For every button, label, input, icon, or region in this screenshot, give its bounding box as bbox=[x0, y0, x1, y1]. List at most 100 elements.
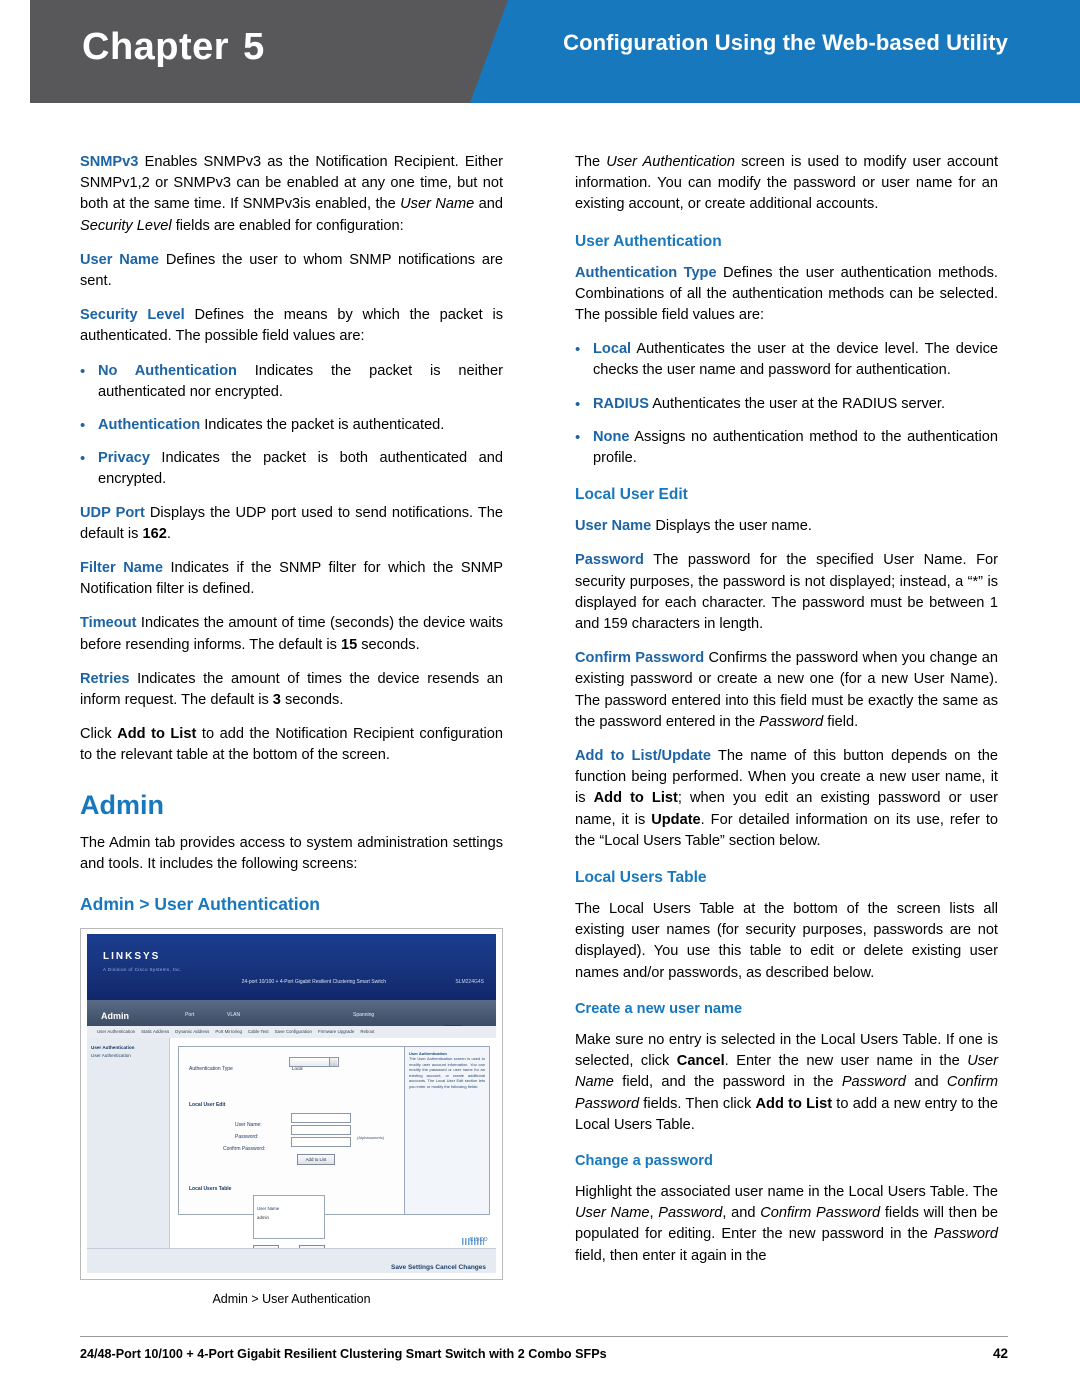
product-name: 24-port 10/100 + 4-Port Gigabit Resilien… bbox=[241, 979, 386, 986]
screenshot-titlebar: LINKSYS A Division of Cisco Systems, Inc… bbox=[87, 934, 496, 1001]
bullet-privacy: • Privacy Indicates the packet is both a… bbox=[80, 448, 503, 490]
screenshot-footer: Save Settings Cancel Changes bbox=[87, 1248, 496, 1274]
term-password: Password bbox=[575, 552, 644, 569]
text-change-2: , bbox=[649, 1205, 659, 1222]
paragraph-username: User Name Defines the user to whom SNMP … bbox=[80, 250, 503, 292]
header-left-margin bbox=[0, 0, 30, 112]
linksys-logo-subtitle: A Division of Cisco Systems, Inc. bbox=[103, 967, 182, 973]
figure-admin-user-authentication: LINKSYS A Division of Cisco Systems, Inc… bbox=[80, 928, 503, 1310]
paragraph-authentication-type: Authentication Type Defines the user aut… bbox=[575, 263, 998, 327]
screenshot-body: User Authentication User Authentication … bbox=[87, 1038, 496, 1257]
term-confirm-password: Confirm Password bbox=[575, 650, 705, 667]
heading-create-new-user-name: Create a new user name bbox=[575, 1000, 743, 1017]
ital-confirm-password-3: Confirm Password bbox=[760, 1205, 881, 1222]
figure-caption: Admin > User Authentication bbox=[212, 1292, 371, 1307]
text-create-2: . Enter the new user name in the bbox=[724, 1053, 968, 1070]
heading-local-user-edit: Local User Edit bbox=[575, 486, 688, 504]
page-header: Chapter 5 Configuration Using the Web-bas… bbox=[0, 0, 1080, 112]
header-title: Configuration Using the Web-based Utilit… bbox=[563, 30, 1008, 55]
paragraph-admin-intro: The Admin tab provides access to system … bbox=[80, 834, 503, 872]
left-column: SNMPv3 Enables SNMPv3 as the Notificatio… bbox=[80, 152, 503, 1310]
bold-add-to-list: Add to List bbox=[593, 790, 678, 807]
term-retries: Retries bbox=[80, 670, 130, 687]
paragraph-username-right: User Name Displays the user name. bbox=[575, 516, 998, 537]
footer-page-number: 42 bbox=[992, 1346, 1008, 1361]
label-authentication-type: Authentication Type bbox=[189, 1066, 233, 1073]
ital-password-field: Password bbox=[759, 713, 824, 730]
input-confirm-password[interactable] bbox=[291, 1137, 351, 1148]
bullet-dot-icon: • bbox=[575, 341, 581, 359]
bullet-none: • None Assigns no authentication method … bbox=[575, 427, 998, 469]
bullet-dot-icon: • bbox=[575, 428, 581, 446]
help-text: The User Authentication screen is used t… bbox=[409, 1056, 485, 1089]
term-privacy: Privacy bbox=[98, 450, 150, 467]
model-number: SLM224G4S bbox=[455, 979, 484, 986]
term-username-right: User Name bbox=[575, 518, 652, 535]
bullet-radius: • RADIUS Authenticates the user at the R… bbox=[575, 394, 998, 415]
label-confirm-password: Confirm Password: bbox=[223, 1146, 266, 1153]
heading-admin-user-authentication: Admin > User Authentication bbox=[80, 894, 321, 915]
chapter-number: 5 bbox=[243, 26, 265, 68]
text-create-5: fields. Then click bbox=[639, 1095, 756, 1112]
text-authentication: Indicates the packet is authenticated. bbox=[200, 417, 445, 434]
text-none: Assigns no authentication method to the … bbox=[593, 428, 998, 467]
term-snmpv3: SNMPv3 bbox=[80, 154, 139, 170]
bold-cancel: Cancel bbox=[676, 1053, 725, 1070]
paragraph-confirm-password: Confirm Password Confirms the password w… bbox=[575, 648, 998, 733]
ital-password-3: Password bbox=[658, 1205, 723, 1222]
text-create-4: and bbox=[905, 1074, 947, 1091]
paragraph-retries: Retries Indicates the amount of times th… bbox=[80, 669, 503, 711]
text-timeout-end: seconds. bbox=[357, 636, 420, 653]
input-password[interactable] bbox=[291, 1125, 351, 1136]
ital-user-authentication: User Authentication bbox=[606, 154, 736, 170]
bullet-no-authentication: • No Authentication Indicates the packet… bbox=[80, 361, 503, 403]
term-none: None bbox=[593, 428, 630, 445]
bullet-dot-icon: • bbox=[80, 417, 86, 435]
ital-password-field-2: Password bbox=[841, 1074, 906, 1091]
screenshot-settings-panel: Authentication Type Local Local User Edi… bbox=[178, 1046, 410, 1257]
term-filter-name: Filter Name bbox=[80, 560, 163, 577]
ital-user-name: User Name bbox=[400, 196, 475, 213]
text-username-right: Displays the user name. bbox=[651, 518, 812, 535]
screenshot-main-area: Authentication Type Local Local User Edi… bbox=[170, 1038, 496, 1257]
paragraph-create-new-user: Make sure no entry is selected in the Lo… bbox=[575, 1030, 998, 1136]
term-username: User Name bbox=[80, 251, 160, 268]
term-local: Local bbox=[593, 341, 632, 358]
paragraph-timeout: Timeout Indicates the amount of time (se… bbox=[80, 613, 503, 655]
button-add-to-list[interactable]: Add to List bbox=[297, 1154, 335, 1166]
text-udp-end: . bbox=[166, 525, 171, 542]
bullet-dot-icon: • bbox=[80, 450, 86, 468]
footer-product-text: 24/48-Port 10/100 + 4-Port Gigabit Resil… bbox=[80, 1347, 607, 1361]
label-local-users-table: Local Users Table bbox=[189, 1186, 232, 1193]
page-footer: 24/48-Port 10/100 + 4-Port Gigabit Resil… bbox=[80, 1336, 1008, 1361]
text-retries-end: seconds. bbox=[280, 692, 344, 709]
heading-admin: Admin bbox=[80, 789, 164, 820]
bold-add-to-list-2: Add to List bbox=[755, 1095, 833, 1112]
term-authentication: Authentication bbox=[98, 417, 201, 434]
paragraph-snmpv3: SNMPv3 Enables SNMPv3 as the Notificatio… bbox=[80, 152, 503, 237]
term-radius: RADIUS bbox=[593, 395, 649, 412]
paragraph-security-level: Security Level Defines the means by whic… bbox=[80, 305, 503, 347]
bullet-authentication: • Authentication Indicates the packet is… bbox=[80, 415, 503, 436]
paragraph-user-auth-intro: The User Authentication screen is used t… bbox=[575, 152, 998, 216]
bullet-dot-icon: • bbox=[575, 395, 581, 413]
paragraph-password: Password The password for the specified … bbox=[575, 550, 998, 635]
text-timeout-rest: Indicates the amount of time (seconds) t… bbox=[80, 615, 503, 653]
input-user-name[interactable] bbox=[291, 1113, 351, 1124]
text-confirm-end: field. bbox=[823, 713, 859, 730]
footer-buttons[interactable]: Save Settings Cancel Changes bbox=[391, 1257, 486, 1278]
bullet-local: • Local Authenticates the user at the de… bbox=[575, 339, 998, 381]
button-name-add-to-list: Add to List bbox=[117, 726, 197, 743]
paragraph-change-password: Highlight the associated user name in th… bbox=[575, 1182, 998, 1267]
paragraph-add-to-list-update: Add to List/Update The name of this butt… bbox=[575, 746, 998, 852]
bold-update: Update bbox=[651, 811, 701, 828]
paragraph-local-users-table: The Local Users Table at the bottom of t… bbox=[575, 901, 998, 981]
text-radius: Authenticates the user at the RADIUS ser… bbox=[648, 395, 946, 412]
heading-user-authentication: User Authentication bbox=[575, 232, 722, 250]
ital-user-name-3: User Name bbox=[575, 1205, 650, 1222]
term-security-level: Security Level bbox=[80, 307, 185, 324]
leftnav-item-user-authentication[interactable]: User Authentication bbox=[91, 1052, 165, 1060]
local-users-table[interactable]: User Name admin bbox=[253, 1195, 325, 1240]
heading-change-a-password: Change a password bbox=[575, 1152, 713, 1169]
paragraph-udp-port: UDP Port Displays the UDP port used to s… bbox=[80, 503, 503, 545]
